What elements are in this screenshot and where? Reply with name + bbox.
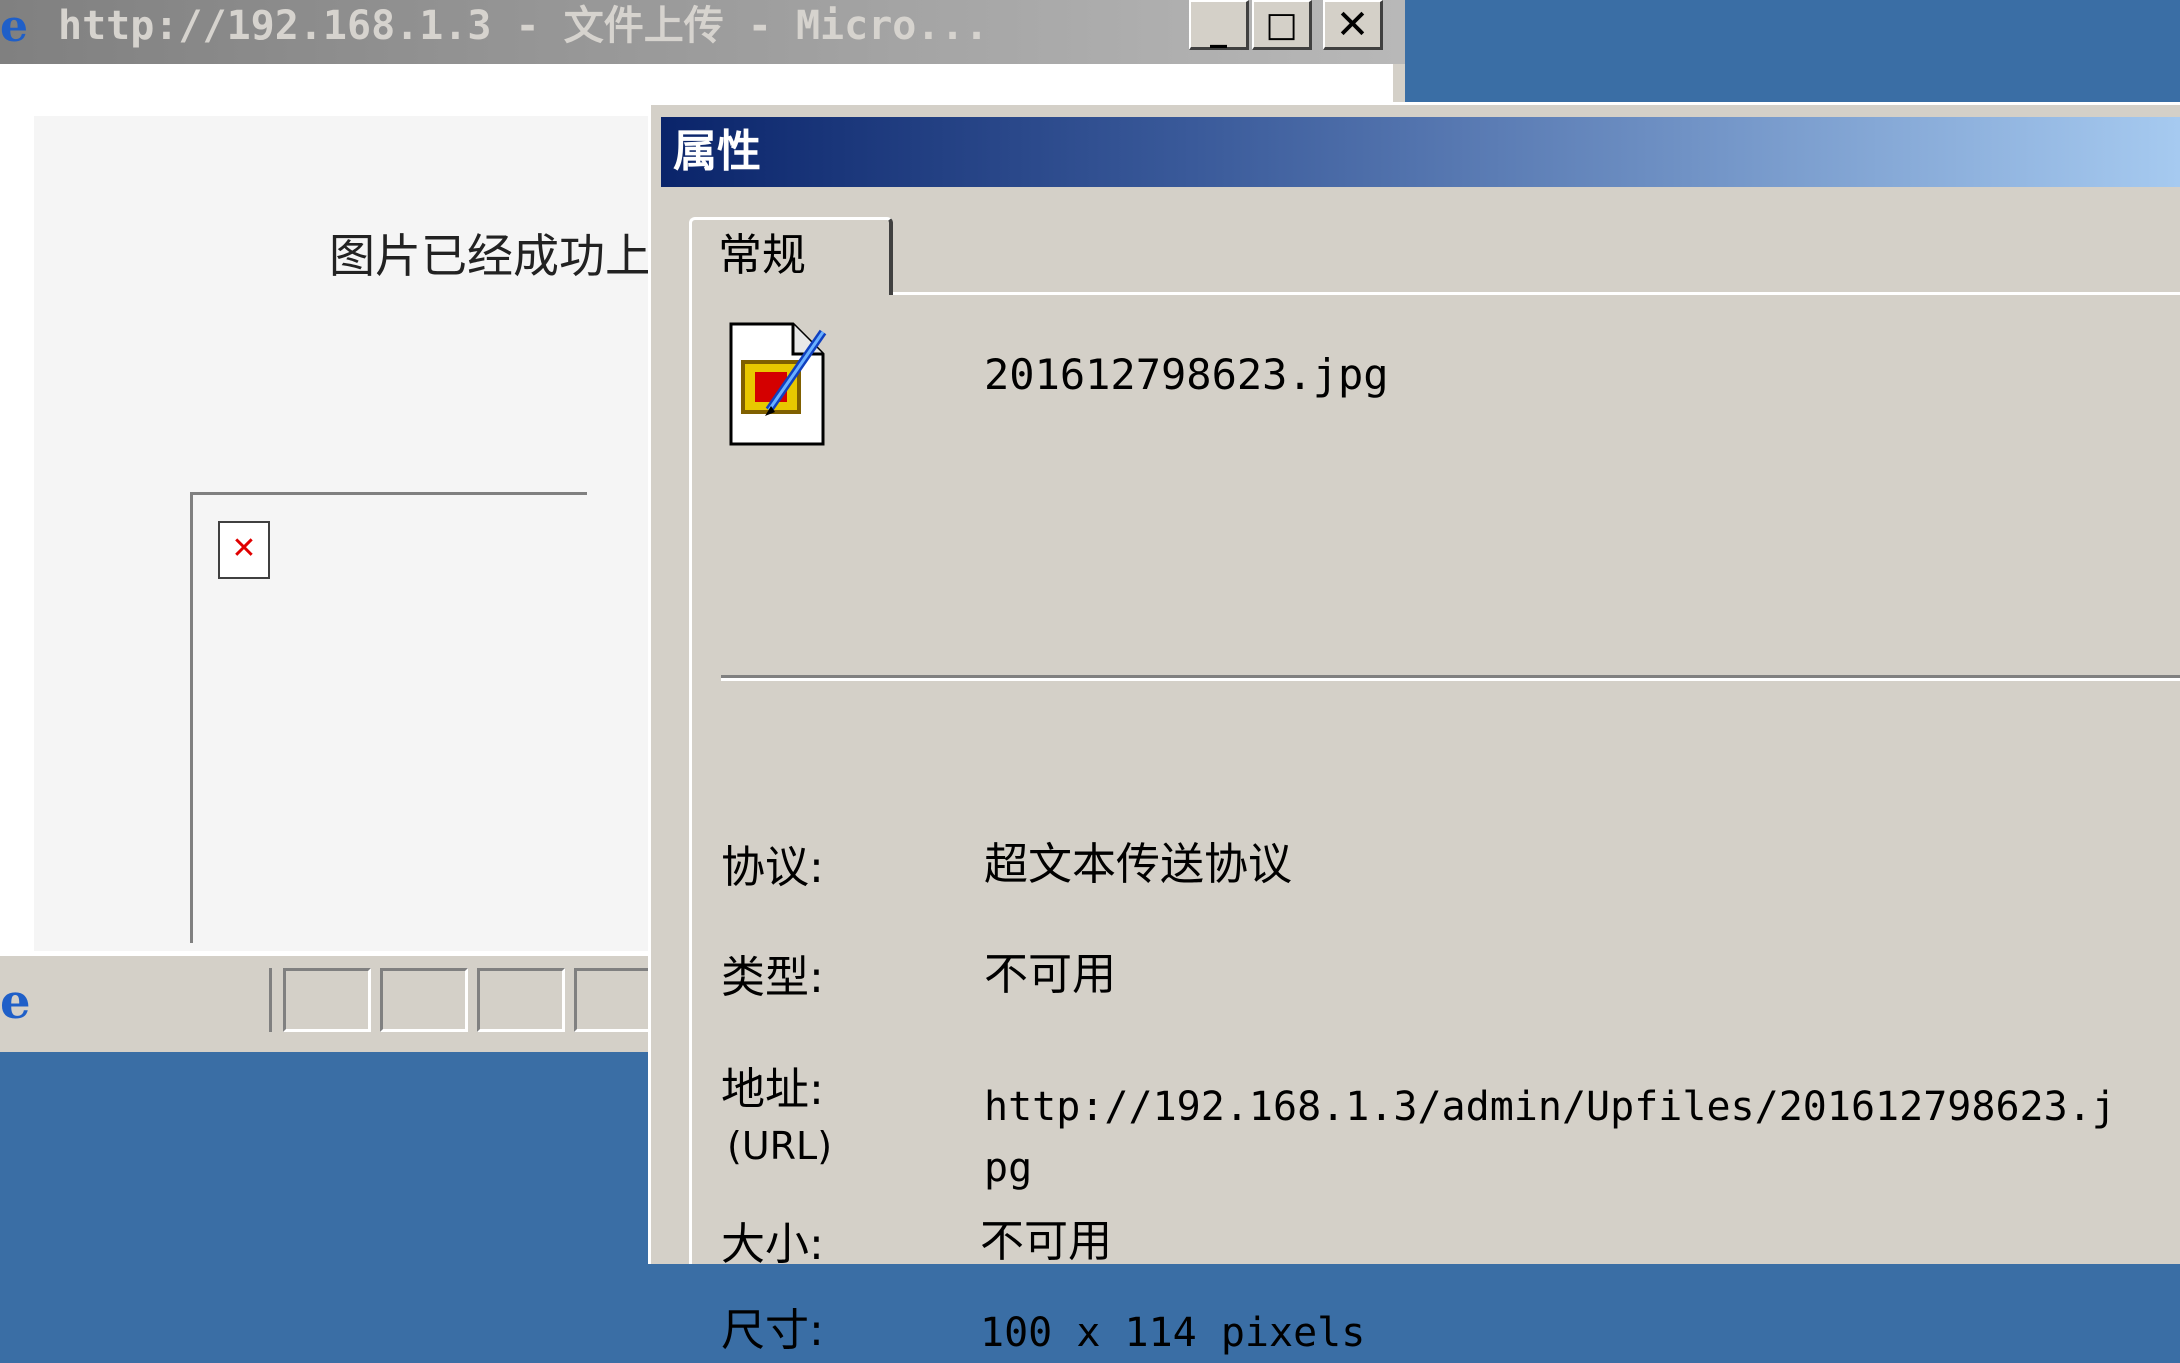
close-button[interactable]: ✕ bbox=[1323, 0, 1383, 50]
protocol-value: 超文本传送协议 bbox=[984, 839, 1292, 890]
size-label: 大小: bbox=[721, 1219, 824, 1270]
maximize-button[interactable]: □ bbox=[1252, 0, 1312, 50]
file-name: 201612798623.jpg bbox=[984, 350, 1389, 399]
status-text-pane bbox=[54, 968, 272, 1032]
properties-dialog: 属性 常规 201612798623.jpg 协议: 超文本传送协议 类型: 不… bbox=[648, 102, 2180, 1356]
type-label: 类型: bbox=[721, 952, 824, 1003]
status-pane bbox=[380, 968, 468, 1032]
general-tab-page: 201612798623.jpg 协议: 超文本传送协议 类型: 不可用 地址:… bbox=[689, 292, 2180, 1356]
ie-logo-icon: e bbox=[0, 1, 28, 52]
tab-general[interactable]: 常规 bbox=[689, 217, 893, 295]
dimensions-value: 100 x 114 pixels bbox=[980, 1310, 1366, 1356]
protocol-label: 协议: bbox=[721, 842, 824, 893]
address-value: http://192.168.1.3/admin/Upfiles/2016127… bbox=[984, 1084, 2116, 1130]
broken-image-icon: ✕ bbox=[218, 521, 270, 579]
upload-success-message: 图片已经成功上 bbox=[329, 229, 651, 283]
browser-titlebar[interactable]: e http://192.168.1.3 - 文件上传 - Micro... _… bbox=[0, 0, 1405, 64]
size-value: 不可用 bbox=[980, 1216, 1112, 1267]
properties-titlebar[interactable]: 属性 bbox=[661, 117, 2180, 187]
address-label-url: (URL) bbox=[727, 1124, 833, 1168]
address-value-continued: pg bbox=[984, 1145, 1033, 1191]
ie-page-icon: e bbox=[0, 974, 31, 1030]
uploaded-image-frame[interactable]: ✕ bbox=[190, 492, 587, 943]
divider bbox=[721, 675, 2180, 681]
dimensions-label: 尺寸: bbox=[721, 1305, 824, 1356]
browser-window-title: http://192.168.1.3 - 文件上传 - Micro... bbox=[58, 3, 989, 49]
status-pane bbox=[283, 968, 371, 1032]
image-file-icon bbox=[727, 320, 827, 448]
properties-title: 属性 bbox=[673, 126, 761, 177]
address-label: 地址: bbox=[721, 1064, 824, 1115]
type-value: 不可用 bbox=[984, 949, 1116, 1000]
minimize-button[interactable]: _ bbox=[1189, 0, 1249, 50]
tab-general-label: 常规 bbox=[718, 230, 806, 281]
status-pane bbox=[477, 968, 565, 1032]
